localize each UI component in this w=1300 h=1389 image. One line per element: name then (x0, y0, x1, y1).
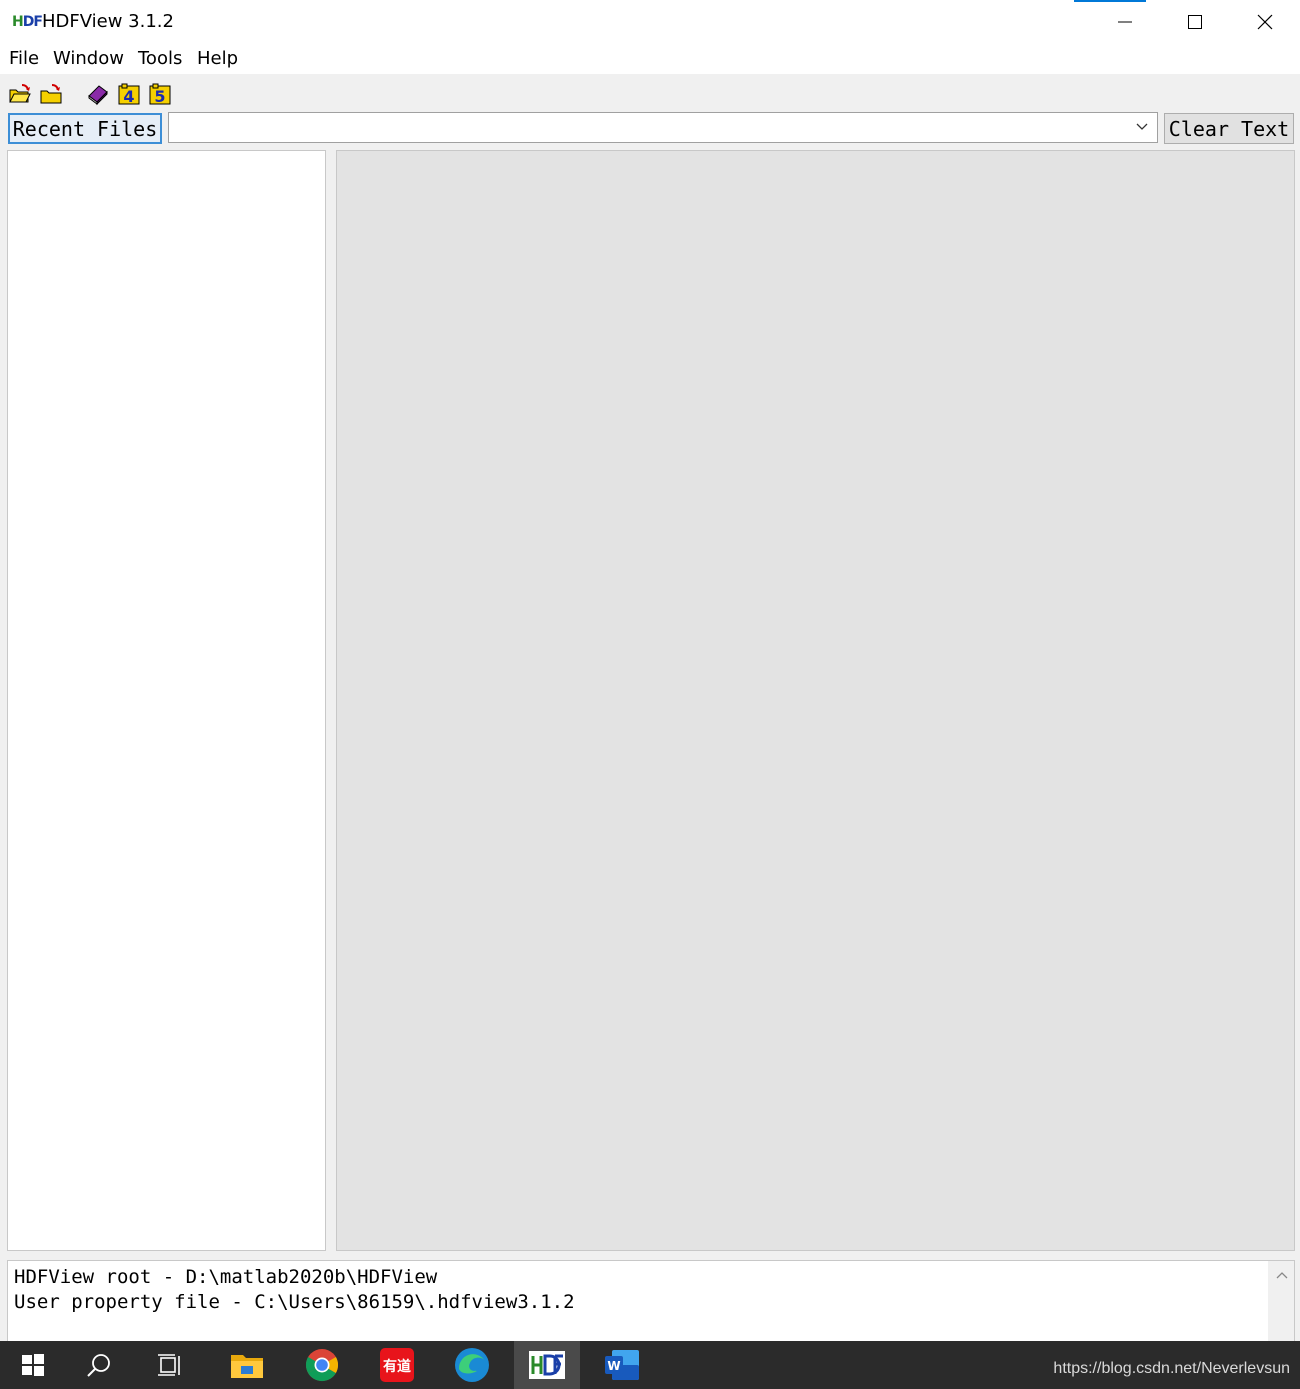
edge-icon (455, 1348, 489, 1382)
minimize-icon (1118, 21, 1132, 23)
close-button[interactable] (1230, 0, 1300, 44)
file-tree-pane[interactable] (7, 150, 326, 1251)
start-button[interactable] (0, 1341, 66, 1389)
taskbar-chrome[interactable] (289, 1341, 355, 1389)
task-view-icon (158, 1354, 180, 1376)
hdf-logo-letter: D (22, 14, 35, 30)
close-icon (1257, 14, 1273, 30)
chevron-down-icon[interactable] (1135, 122, 1149, 132)
taskbar-word[interactable]: W (589, 1341, 655, 1389)
open-folder-icon (9, 84, 31, 103)
hdf4-label: 4 (123, 87, 134, 106)
search-icon (87, 1354, 110, 1377)
hdf4-library-icon: 4 (118, 83, 140, 106)
word-label: W (607, 1359, 620, 1373)
menu-tools[interactable]: Tools (138, 48, 182, 69)
minimize-button[interactable] (1090, 0, 1160, 44)
recent-files-combobox[interactable] (168, 112, 1158, 143)
log-line: User property file - C:\Users\86159\.hdf… (14, 1291, 575, 1313)
menu-help[interactable]: Help (197, 48, 238, 69)
open-readonly-folder-icon (40, 84, 62, 104)
taskbar-file-explorer[interactable] (214, 1341, 280, 1389)
taskbar-search-button[interactable] (66, 1341, 132, 1389)
windows-start-icon (22, 1354, 44, 1376)
title-bar: HDF HDFView 3.1.2 (0, 0, 1300, 44)
word-icon: W (605, 1350, 639, 1380)
taskbar-edge[interactable] (439, 1341, 505, 1389)
users-guide-button[interactable] (86, 82, 110, 106)
taskbar: 有道 W https://blog.csdn.net/Neverlevsun (0, 1341, 1300, 1389)
window-title: HDFView 3.1.2 (42, 11, 174, 32)
maximize-button[interactable] (1160, 0, 1230, 44)
menu-window[interactable]: Window (53, 48, 124, 69)
hdf5-library-icon: 5 (149, 83, 171, 106)
taskbar-hdfview[interactable] (514, 1341, 580, 1389)
menu-bar: File Window Tools Help (0, 44, 1300, 75)
data-content-pane[interactable] (336, 150, 1295, 1251)
menu-file[interactable]: File (9, 48, 39, 69)
taskbar-youdao[interactable]: 有道 (364, 1341, 430, 1389)
open-readonly-folder-button[interactable] (39, 82, 63, 106)
hdf-logo-letter: F (33, 14, 43, 30)
maximize-icon (1188, 15, 1202, 29)
hdf5-library-button[interactable]: 5 (148, 82, 172, 106)
clear-text-button[interactable]: Clear Text (1164, 113, 1294, 144)
log-line: HDFView root - D:\matlab2020b\HDFView (14, 1266, 438, 1288)
log-scrollbar[interactable] (1268, 1261, 1294, 1341)
hdf-logo-letter: H (12, 14, 24, 30)
open-folder-button[interactable] (8, 82, 32, 106)
hdf4-library-button[interactable]: 4 (117, 82, 141, 106)
scroll-up-icon[interactable] (1276, 1271, 1288, 1279)
youdao-label: 有道 (383, 1358, 411, 1375)
toolbar: 4 5 (0, 76, 1300, 110)
hdfview-icon (529, 1351, 565, 1379)
task-view-button[interactable] (138, 1341, 204, 1389)
status-log-pane[interactable]: HDFView root - D:\matlab2020b\HDFView Us… (7, 1260, 1295, 1342)
users-guide-book-icon (88, 85, 108, 106)
csdn-watermark: https://blog.csdn.net/Neverlevsun (1053, 1360, 1290, 1377)
chrome-icon (305, 1349, 339, 1382)
hdf5-label: 5 (154, 87, 165, 106)
hdf-logo-icon: HDF (12, 14, 43, 30)
recent-files-button[interactable]: Recent Files (8, 113, 162, 144)
youdao-icon: 有道 (380, 1348, 414, 1382)
file-explorer-icon (231, 1355, 263, 1378)
